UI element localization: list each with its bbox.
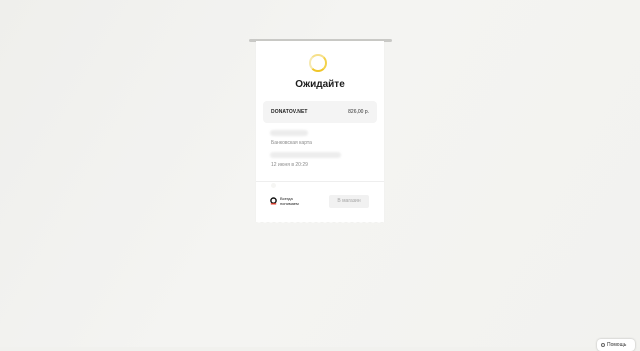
loading-spinner-icon (309, 54, 327, 72)
page-title: Ожидайте (256, 79, 384, 90)
merchant-name: DONATOV.NET (271, 109, 308, 115)
receipt-notch (271, 183, 276, 188)
slogan-line-2: понимаем (280, 201, 299, 206)
masked-card-number (270, 130, 308, 136)
help-label: Помощь (607, 342, 626, 348)
payment-date: 12 июня в 20:29 (271, 162, 308, 168)
merchant-row: DONATOV.NET 826,00 р. (263, 101, 377, 123)
payment-amount: 826,00 р. (348, 109, 369, 115)
masked-transaction-info (270, 152, 341, 158)
brand-slogan: Всегда понимаем (280, 196, 299, 206)
receipt-divider (256, 181, 384, 182)
help-button[interactable]: Помощь (597, 339, 635, 351)
payment-method-label: Банковская карта (271, 140, 312, 146)
help-icon (601, 343, 605, 347)
yoomoney-logo-icon (270, 197, 277, 206)
return-to-shop-button[interactable]: В магазин (329, 195, 369, 208)
receipt-torn-edge (256, 220, 384, 224)
